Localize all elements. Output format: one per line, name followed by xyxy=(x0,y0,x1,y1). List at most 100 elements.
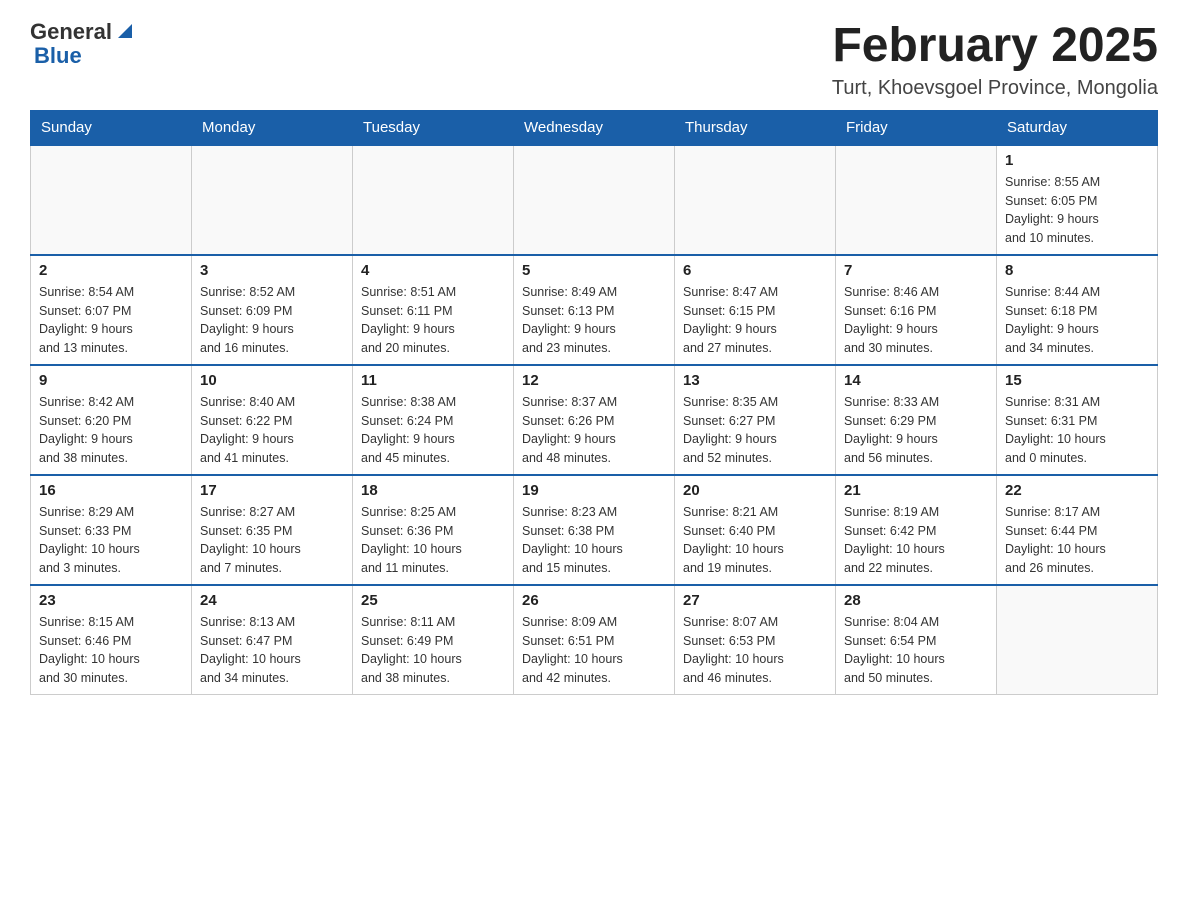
calendar-cell: 1 Sunrise: 8:55 AM Sunset: 6:05 PM Daylig… xyxy=(997,145,1158,255)
day-number: 3 xyxy=(200,262,344,279)
calendar-cell: 26Sunrise: 8:09 AM Sunset: 6:51 PM Dayli… xyxy=(514,585,675,695)
day-info: Sunrise: 8:13 AM Sunset: 6:47 PM Dayligh… xyxy=(200,613,344,688)
calendar-cell xyxy=(31,145,192,255)
day-number: 18 xyxy=(361,482,505,499)
day-number: 11 xyxy=(361,372,505,389)
location-title: Turt, Khoevsgoel Province, Mongolia xyxy=(832,77,1158,100)
day-info: Sunrise: 8:11 AM Sunset: 6:49 PM Dayligh… xyxy=(361,613,505,688)
day-number: 16 xyxy=(39,482,183,499)
calendar-cell: 15 Sunrise: 8:31 AM Sunset: 6:31 PM Dayli… xyxy=(997,365,1158,475)
calendar-cell: 23 Sunrise: 8:15 AM Sunset: 6:46 PM Dayli… xyxy=(31,585,192,695)
day-info: Sunrise: 8:40 AM Sunset: 6:22 PM Dayligh… xyxy=(200,393,344,468)
week-row-5: 23 Sunrise: 8:15 AM Sunset: 6:46 PM Dayli… xyxy=(31,585,1158,695)
day-number: 19 xyxy=(522,482,666,499)
calendar-cell: 20 Sunrise: 8:21 AM Sunset: 6:40 PM Dayli… xyxy=(675,475,836,585)
calendar-cell xyxy=(514,145,675,255)
day-number: 28 xyxy=(844,592,988,609)
day-number: 15 xyxy=(1005,372,1149,389)
day-info: Sunrise: 8:52 AM Sunset: 6:09 PM Dayligh… xyxy=(200,283,344,358)
day-number: 5 xyxy=(522,262,666,279)
weekday-header-thursday: Thursday xyxy=(675,110,836,145)
day-number: 13 xyxy=(683,372,827,389)
calendar-cell: 18 Sunrise: 8:25 AM Sunset: 6:36 PM Dayli… xyxy=(353,475,514,585)
day-info: Sunrise: 8:33 AM Sunset: 6:29 PM Dayligh… xyxy=(844,393,988,468)
calendar-cell: 11 Sunrise: 8:38 AM Sunset: 6:24 PM Dayli… xyxy=(353,365,514,475)
day-info: Sunrise: 8:44 AM Sunset: 6:18 PM Dayligh… xyxy=(1005,283,1149,358)
day-number: 2 xyxy=(39,262,183,279)
day-info: Sunrise: 8:19 AM Sunset: 6:42 PM Dayligh… xyxy=(844,503,988,578)
calendar-cell: 7Sunrise: 8:46 AM Sunset: 6:16 PM Daylig… xyxy=(836,255,997,365)
calendar-cell: 19 Sunrise: 8:23 AM Sunset: 6:38 PM Dayli… xyxy=(514,475,675,585)
calendar-cell: 10 Sunrise: 8:40 AM Sunset: 6:22 PM Dayli… xyxy=(192,365,353,475)
day-info: Sunrise: 8:38 AM Sunset: 6:24 PM Dayligh… xyxy=(361,393,505,468)
day-info: Sunrise: 8:37 AM Sunset: 6:26 PM Dayligh… xyxy=(522,393,666,468)
calendar-cell xyxy=(997,585,1158,695)
weekday-header-friday: Friday xyxy=(836,110,997,145)
calendar-cell: 16 Sunrise: 8:29 AM Sunset: 6:33 PM Dayli… xyxy=(31,475,192,585)
calendar-cell xyxy=(836,145,997,255)
calendar-cell: 25 Sunrise: 8:11 AM Sunset: 6:49 PM Dayli… xyxy=(353,585,514,695)
day-info: Sunrise: 8:31 AM Sunset: 6:31 PM Dayligh… xyxy=(1005,393,1149,468)
title-section: February 2025 Turt, Khoevsgoel Province,… xyxy=(832,20,1158,100)
day-info: Sunrise: 8:04 AM Sunset: 6:54 PM Dayligh… xyxy=(844,613,988,688)
week-row-4: 16 Sunrise: 8:29 AM Sunset: 6:33 PM Dayli… xyxy=(31,475,1158,585)
day-number: 14 xyxy=(844,372,988,389)
week-row-2: 2 Sunrise: 8:54 AM Sunset: 6:07 PM Daylig… xyxy=(31,255,1158,365)
day-number: 4 xyxy=(361,262,505,279)
calendar-cell: 24 Sunrise: 8:13 AM Sunset: 6:47 PM Dayli… xyxy=(192,585,353,695)
day-number: 25 xyxy=(361,592,505,609)
logo-blue: Blue xyxy=(34,44,82,68)
calendar-cell xyxy=(192,145,353,255)
day-number: 20 xyxy=(683,482,827,499)
weekday-header-row: SundayMondayTuesdayWednesdayThursdayFrid… xyxy=(31,110,1158,145)
calendar-cell: 12 Sunrise: 8:37 AM Sunset: 6:26 PM Dayli… xyxy=(514,365,675,475)
day-number: 23 xyxy=(39,592,183,609)
day-info: Sunrise: 8:51 AM Sunset: 6:11 PM Dayligh… xyxy=(361,283,505,358)
weekday-header-wednesday: Wednesday xyxy=(514,110,675,145)
calendar-cell xyxy=(353,145,514,255)
day-info: Sunrise: 8:54 AM Sunset: 6:07 PM Dayligh… xyxy=(39,283,183,358)
calendar-table: SundayMondayTuesdayWednesdayThursdayFrid… xyxy=(30,110,1158,695)
calendar-cell: 17Sunrise: 8:27 AM Sunset: 6:35 PM Dayli… xyxy=(192,475,353,585)
day-info: Sunrise: 8:15 AM Sunset: 6:46 PM Dayligh… xyxy=(39,613,183,688)
day-number: 6 xyxy=(683,262,827,279)
calendar-cell: 6Sunrise: 8:47 AM Sunset: 6:15 PM Daylig… xyxy=(675,255,836,365)
logo: General Blue xyxy=(30,20,136,68)
day-number: 7 xyxy=(844,262,988,279)
month-title: February 2025 xyxy=(832,20,1158,73)
day-info: Sunrise: 8:21 AM Sunset: 6:40 PM Dayligh… xyxy=(683,503,827,578)
logo-triangle-icon xyxy=(114,20,136,42)
day-info: Sunrise: 8:09 AM Sunset: 6:51 PM Dayligh… xyxy=(522,613,666,688)
day-info: Sunrise: 8:49 AM Sunset: 6:13 PM Dayligh… xyxy=(522,283,666,358)
calendar-cell: 27Sunrise: 8:07 AM Sunset: 6:53 PM Dayli… xyxy=(675,585,836,695)
calendar-cell: 14 Sunrise: 8:33 AM Sunset: 6:29 PM Dayli… xyxy=(836,365,997,475)
calendar-cell: 3 Sunrise: 8:52 AM Sunset: 6:09 PM Daylig… xyxy=(192,255,353,365)
calendar-cell xyxy=(675,145,836,255)
weekday-header-sunday: Sunday xyxy=(31,110,192,145)
calendar-cell: 22Sunrise: 8:17 AM Sunset: 6:44 PM Dayli… xyxy=(997,475,1158,585)
day-number: 21 xyxy=(844,482,988,499)
calendar-cell: 5 Sunrise: 8:49 AM Sunset: 6:13 PM Daylig… xyxy=(514,255,675,365)
day-number: 12 xyxy=(522,372,666,389)
calendar-cell: 21 Sunrise: 8:19 AM Sunset: 6:42 PM Dayli… xyxy=(836,475,997,585)
day-info: Sunrise: 8:23 AM Sunset: 6:38 PM Dayligh… xyxy=(522,503,666,578)
day-number: 1 xyxy=(1005,152,1149,169)
day-number: 10 xyxy=(200,372,344,389)
day-number: 24 xyxy=(200,592,344,609)
day-number: 8 xyxy=(1005,262,1149,279)
calendar-cell: 9 Sunrise: 8:42 AM Sunset: 6:20 PM Daylig… xyxy=(31,365,192,475)
logo-general: General xyxy=(30,20,112,44)
day-number: 22 xyxy=(1005,482,1149,499)
day-number: 27 xyxy=(683,592,827,609)
day-info: Sunrise: 8:55 AM Sunset: 6:05 PM Dayligh… xyxy=(1005,173,1149,248)
day-info: Sunrise: 8:25 AM Sunset: 6:36 PM Dayligh… xyxy=(361,503,505,578)
day-number: 9 xyxy=(39,372,183,389)
calendar-cell: 4 Sunrise: 8:51 AM Sunset: 6:11 PM Daylig… xyxy=(353,255,514,365)
week-row-3: 9 Sunrise: 8:42 AM Sunset: 6:20 PM Daylig… xyxy=(31,365,1158,475)
weekday-header-tuesday: Tuesday xyxy=(353,110,514,145)
page-header: General Blue February 2025 Turt, Khoevsg… xyxy=(30,20,1158,100)
day-info: Sunrise: 8:29 AM Sunset: 6:33 PM Dayligh… xyxy=(39,503,183,578)
calendar-cell: 13 Sunrise: 8:35 AM Sunset: 6:27 PM Dayli… xyxy=(675,365,836,475)
day-info: Sunrise: 8:35 AM Sunset: 6:27 PM Dayligh… xyxy=(683,393,827,468)
day-info: Sunrise: 8:42 AM Sunset: 6:20 PM Dayligh… xyxy=(39,393,183,468)
